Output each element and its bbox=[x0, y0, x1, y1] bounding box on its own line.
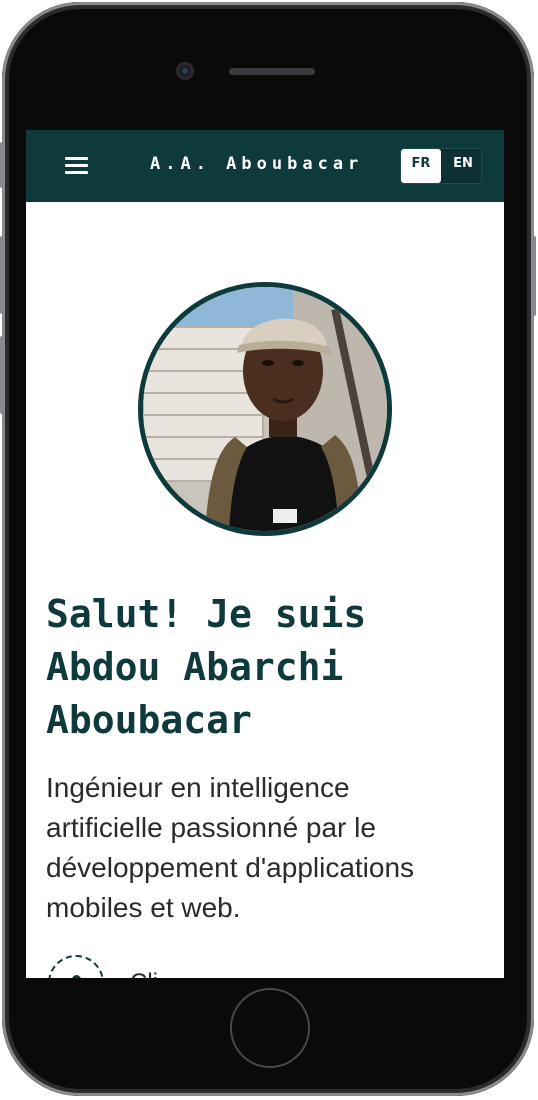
mute-switch bbox=[0, 142, 4, 188]
language-switcher: FR EN bbox=[400, 148, 482, 184]
power-button bbox=[532, 236, 536, 316]
navbar: A.A. Aboubacar FR EN bbox=[26, 130, 504, 202]
home-button[interactable] bbox=[230, 988, 310, 1068]
earpiece-speaker bbox=[229, 68, 315, 75]
front-camera bbox=[176, 62, 194, 80]
site-brand[interactable]: A.A. Aboubacar bbox=[150, 152, 363, 176]
hero-subtitle: Ingénieur en intelligence artificielle p… bbox=[46, 772, 415, 923]
lang-en-button[interactable]: EN bbox=[443, 149, 483, 183]
phone-screen: A.A. Aboubacar FR EN Salut! Je suis Abdo… bbox=[26, 130, 504, 978]
profile-photo bbox=[138, 282, 392, 536]
hamburger-menu-icon[interactable] bbox=[64, 154, 90, 176]
volume-down-button bbox=[0, 336, 4, 414]
volume-up-button bbox=[0, 236, 4, 314]
lang-fr-button[interactable]: FR bbox=[401, 149, 441, 183]
hero-title: Salut! Je suis Abdou Abarchi Aboubacar bbox=[46, 592, 367, 742]
contact-icon[interactable] bbox=[48, 955, 104, 978]
contact-link-label[interactable]: Cli... bbox=[130, 968, 178, 978]
